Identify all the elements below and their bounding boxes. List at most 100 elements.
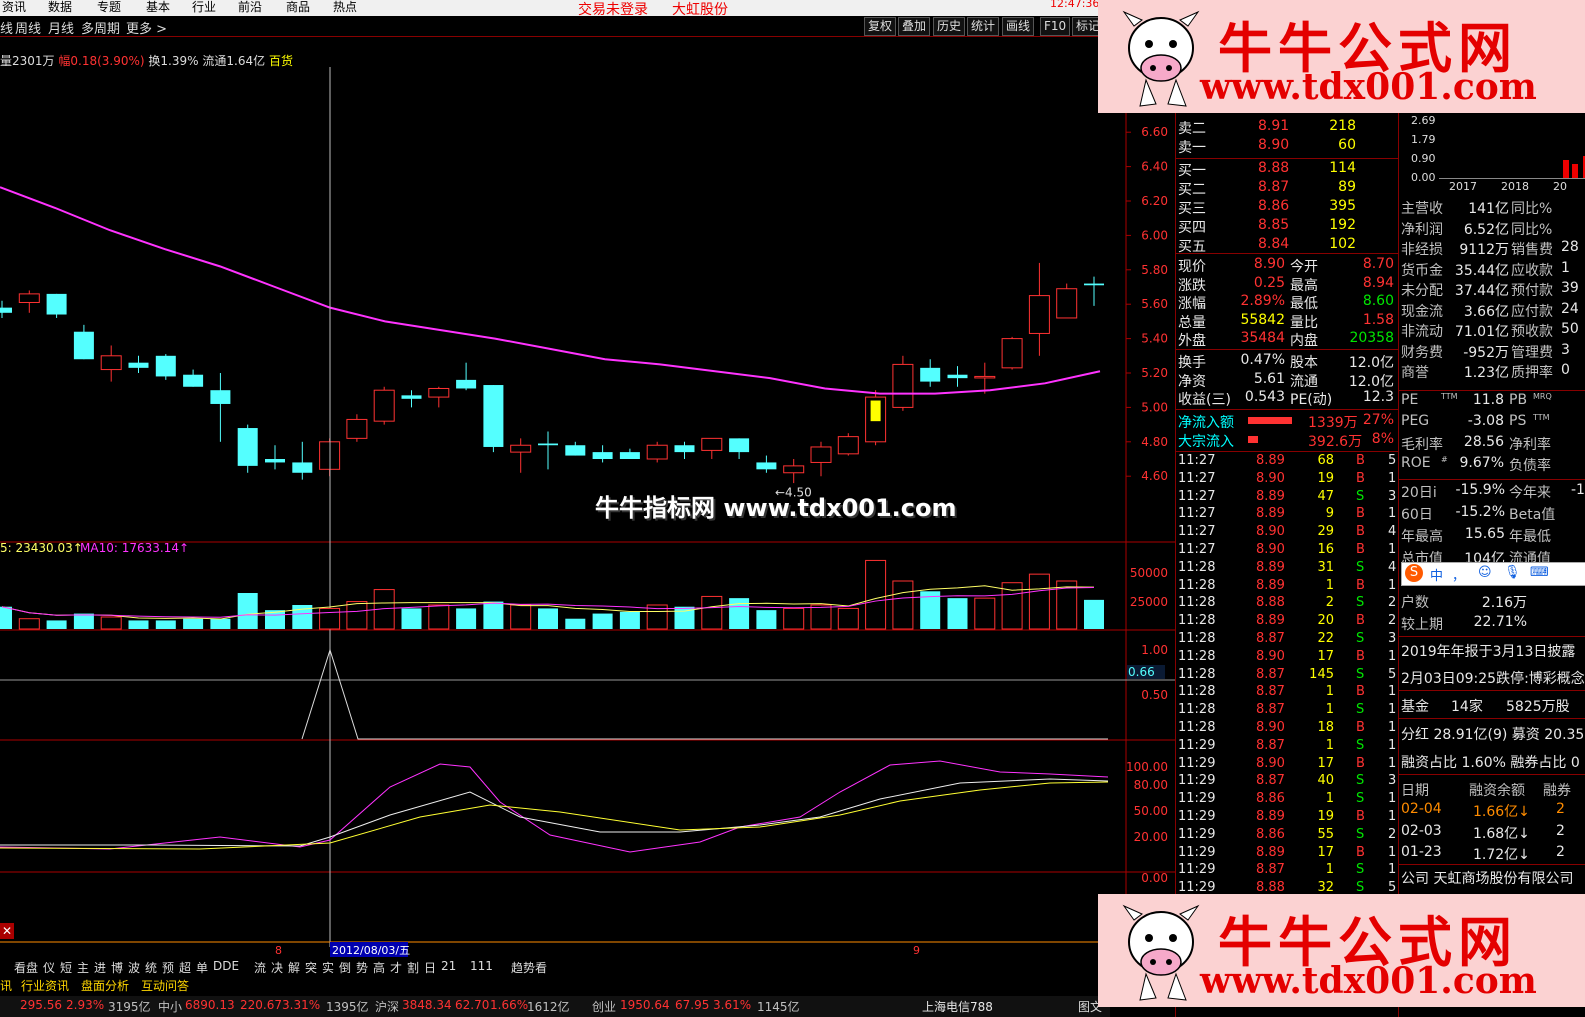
indicator-tab[interactable]: 短	[60, 959, 72, 976]
margin-short: 2	[1556, 801, 1565, 817]
news-note[interactable]: 2019年年报于3月13日披露	[1401, 641, 1585, 661]
indicator-tab[interactable]: 博	[111, 959, 123, 976]
index-ticker-item[interactable]: 220.67	[240, 998, 282, 1012]
tick-count: 1	[1388, 542, 1397, 557]
indicator-tab[interactable]: 统	[145, 959, 157, 976]
ime-mode[interactable]: 中	[1430, 565, 1443, 584]
candle-body	[401, 395, 422, 399]
indicator-tab[interactable]: 趋势看	[511, 959, 547, 976]
index-ticker-item[interactable]: 2.93%	[66, 998, 104, 1012]
period-tab[interactable]: 周线	[15, 18, 41, 37]
top-menu-item[interactable]: 商品	[286, 0, 310, 14]
indicator-tab[interactable]: 高	[373, 959, 385, 976]
top-menu-item[interactable]: 专题	[97, 0, 121, 14]
indicator-tab[interactable]: 预	[162, 959, 174, 976]
indicator-tab[interactable]: 波	[128, 959, 140, 976]
index-ticker-item[interactable]: 沪深	[375, 998, 399, 1015]
chart-tool-button[interactable]: 统计	[967, 17, 1000, 36]
period-tab[interactable]: 线	[0, 18, 13, 37]
ime-tool-icon[interactable]: 🎙	[1504, 565, 1521, 580]
ime-tool-icon[interactable]: ⌨	[1530, 565, 1549, 580]
stat-label: 涨跌	[1178, 277, 1206, 294]
indicator-tab[interactable]: 势	[356, 959, 368, 976]
bid-row[interactable]: 买一 8.88 114	[1178, 160, 1396, 179]
bid-row[interactable]: 买二 8.87 89	[1178, 179, 1396, 198]
top-menu-item[interactable]: 前沿	[238, 0, 262, 14]
fin-axis-label: 0.90	[1411, 152, 1436, 165]
index-ticker-item[interactable]: 1145亿	[757, 998, 800, 1015]
index-ticker-item[interactable]: 上海电信788	[922, 998, 993, 1015]
divider	[1399, 390, 1585, 391]
index-ticker-item[interactable]: 1950.64	[620, 998, 670, 1012]
index-ticker-item[interactable]: 1.66%	[490, 998, 528, 1012]
period-tab[interactable]: 多周期	[81, 18, 120, 37]
info-tab[interactable]: 盘面分析	[81, 977, 129, 994]
tick-count: 1	[1388, 791, 1397, 807]
ime-tool-icon[interactable]: ，	[1452, 565, 1465, 584]
ad-banner-bottom[interactable]: 牛牛公式网 www.tdx001.com	[1098, 894, 1585, 1007]
index-ticker-item[interactable]: 3848.34	[402, 998, 452, 1012]
indicator-tab[interactable]: 才	[390, 959, 402, 976]
margin-ratio-row: 融资占比 1.60% 融券占比 0	[1401, 755, 1580, 771]
indicator-tab[interactable]: 111	[470, 959, 493, 973]
index-ticker-item[interactable]: 创业	[592, 998, 616, 1015]
indicator-tab[interactable]: 突	[305, 959, 317, 976]
period-tab[interactable]: 月线	[48, 18, 74, 37]
top-menu-item[interactable]: 热点	[333, 0, 357, 14]
tick-volume: 1	[1325, 791, 1334, 807]
ime-tool-icon[interactable]: ☺	[1478, 565, 1492, 580]
indicator-tab[interactable]: 决	[271, 959, 283, 976]
info-tab[interactable]: 互动问答	[141, 977, 189, 994]
indicator-tab[interactable]: 看盘	[14, 959, 38, 976]
indicator-tab[interactable]: 单	[196, 959, 208, 976]
indicator-tab[interactable]: 主	[77, 959, 89, 976]
indicator-tab[interactable]: 实	[322, 959, 334, 976]
index-ticker-item[interactable]: 62.70	[455, 998, 489, 1012]
kline-chart[interactable]: 6.806.606.406.206.005.805.605.405.205.00…	[0, 37, 1175, 957]
index-ticker-item[interactable]: 1612亿	[527, 998, 570, 1015]
tick-price: 8.89	[1256, 809, 1285, 824]
fin-value: 6.52亿	[1463, 221, 1509, 238]
index-ticker-item[interactable]: 中小	[158, 998, 182, 1015]
ime-toolbar[interactable]: S 中 ， ☺ 🎙 ⌨	[1401, 562, 1585, 586]
index-ticker-item[interactable]: 3195亿	[108, 998, 151, 1015]
index-ticker-item[interactable]: 3.31%	[282, 998, 320, 1012]
index-ticker-item[interactable]: 3.61%	[713, 998, 751, 1012]
ask-row[interactable]: 卖二 8.91 218	[1178, 118, 1396, 137]
indicator-tab[interactable]: 仪	[43, 959, 55, 976]
indicator-tab[interactable]: DDE	[213, 959, 239, 973]
tick-side: S	[1356, 631, 1365, 646]
chart-tool-button[interactable]: 历史	[933, 17, 966, 36]
period-tab[interactable]: 更多 >	[126, 18, 167, 37]
index-ticker-item[interactable]: 295.56	[20, 998, 62, 1012]
tick-side: S	[1356, 826, 1365, 842]
info-tab[interactable]: 讯	[0, 977, 12, 994]
indicator-tab[interactable]: 进	[94, 959, 106, 976]
flow-bar	[1248, 436, 1258, 443]
bid-row[interactable]: 买五 8.84 102	[1178, 236, 1396, 255]
chart-tool-button[interactable]: 画线	[1002, 17, 1035, 36]
indicator-tab[interactable]: 21	[441, 959, 456, 973]
chart-tool-button[interactable]: 复权	[864, 17, 897, 36]
indicator-tab[interactable]: 流	[254, 959, 266, 976]
indicator-tab[interactable]: 超	[179, 959, 191, 976]
top-menu-item[interactable]: 数据	[48, 0, 72, 14]
news-note[interactable]: 2月03日09:25跌停:博彩概念	[1401, 668, 1585, 688]
chart-tool-button[interactable]: F10	[1040, 17, 1071, 36]
index-ticker-item[interactable]: 67.95	[675, 998, 709, 1012]
indicator-tab[interactable]: 割	[407, 959, 419, 976]
indicator-tab[interactable]: 日	[424, 959, 436, 976]
top-menu-item[interactable]: 资讯	[2, 0, 26, 14]
bid-row[interactable]: 买四 8.85 192	[1178, 217, 1396, 236]
info-tab[interactable]: 行业资讯	[21, 977, 69, 994]
index-ticker-item[interactable]: 1395亿	[326, 998, 369, 1015]
indicator-tab[interactable]: 倒	[339, 959, 351, 976]
bid-row[interactable]: 买三 8.86 395	[1178, 198, 1396, 217]
index-ticker-item[interactable]: 6890.13	[185, 998, 235, 1012]
ask-row[interactable]: 卖一 8.90 60	[1178, 137, 1396, 156]
top-menu-item[interactable]: 行业	[192, 0, 216, 14]
chart-tool-button[interactable]: 叠加	[898, 17, 931, 36]
ad-banner-top[interactable]: 牛牛公式网 www.tdx001.com	[1098, 0, 1585, 113]
top-menu-item[interactable]: 基本	[146, 0, 170, 14]
indicator-tab[interactable]: 解	[288, 959, 300, 976]
